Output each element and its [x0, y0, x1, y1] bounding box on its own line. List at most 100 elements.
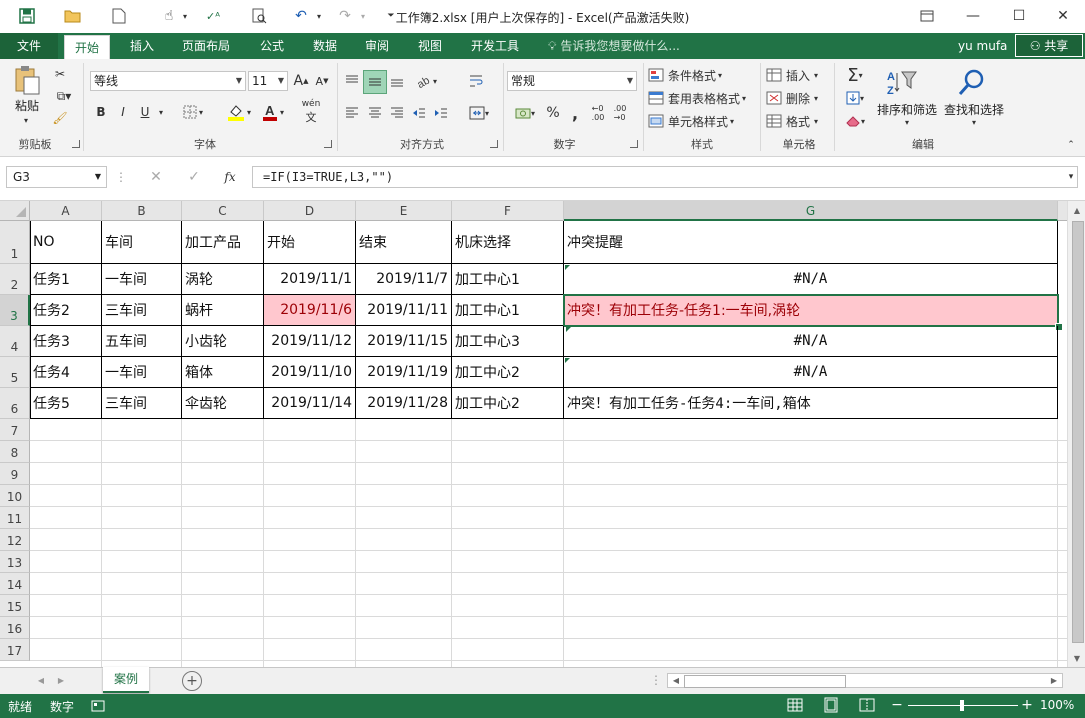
confirm-entry-icon[interactable]: ✓	[183, 167, 205, 187]
row-header-12[interactable]: 12	[0, 529, 30, 551]
decrease-indent-icon[interactable]	[409, 102, 429, 124]
cell-d1[interactable]: 开始	[264, 221, 356, 264]
format-as-table-button[interactable]: 套用表格格式 ▾	[648, 88, 754, 108]
cell-c5[interactable]: 箱体	[182, 357, 264, 388]
font-size-combo[interactable]: 11 ▼	[248, 71, 288, 91]
font-name-combo[interactable]: 等线 ▼	[90, 71, 246, 91]
fill-icon[interactable]: ▾	[840, 88, 870, 108]
copy-icon[interactable]: ⧉▾	[50, 87, 78, 105]
cell-c6[interactable]: 伞齿轮	[182, 388, 264, 419]
font-launcher-icon[interactable]	[324, 140, 332, 148]
cell-a4[interactable]: 任务3	[30, 326, 102, 357]
cell-b6[interactable]: 三车间	[102, 388, 182, 419]
tab-split-handle-icon[interactable]: ⋮	[650, 672, 662, 688]
zoom-slider-thumb[interactable]	[960, 700, 964, 711]
sort-filter-button[interactable]: 排序和筛选	[874, 101, 940, 117]
insert-function-icon[interactable]: fx	[219, 167, 241, 187]
increase-indent-icon[interactable]	[431, 102, 451, 124]
find-select-dropdown-icon[interactable]: ▾	[967, 117, 981, 127]
zoom-out-icon[interactable]: −	[890, 698, 904, 712]
cell-f5[interactable]: 加工中心2	[452, 357, 564, 388]
scroll-right-icon[interactable]: ▶	[1048, 674, 1060, 687]
cell-c4[interactable]: 小齿轮	[182, 326, 264, 357]
column-header-e[interactable]: E	[356, 201, 452, 221]
tab-home[interactable]: 开始	[64, 35, 111, 60]
fill-color-icon[interactable]: ▾	[222, 102, 256, 122]
cell-d2[interactable]: 2019/11/1	[264, 264, 356, 295]
percent-style-button[interactable]: %	[544, 102, 562, 124]
row-header-14[interactable]: 14	[0, 573, 30, 595]
maximize-button[interactable]: ☐	[996, 0, 1042, 32]
scroll-down-icon[interactable]: ▼	[1070, 651, 1084, 665]
bold-button[interactable]: B	[92, 102, 110, 122]
macro-record-icon[interactable]	[91, 699, 105, 713]
underline-dropdown-icon[interactable]: ▾	[155, 102, 167, 122]
sort-filter-dropdown-icon[interactable]: ▾	[900, 117, 914, 127]
empty-cells-area[interactable]	[30, 419, 1067, 667]
horizontal-scrollbar[interactable]: ◀ ▶	[667, 673, 1063, 688]
horizontal-scroll-thumb[interactable]	[684, 675, 846, 688]
tab-insert[interactable]: 插入	[120, 33, 164, 59]
cut-icon[interactable]: ✂	[50, 65, 70, 83]
cell-f1[interactable]: 机床选择	[452, 221, 564, 264]
tab-view[interactable]: 视图	[408, 33, 452, 59]
cell-d4[interactable]: 2019/11/12	[264, 326, 356, 357]
next-sheet-icon[interactable]: ▶	[54, 672, 68, 688]
row-header-8[interactable]: 8	[0, 441, 30, 463]
wrap-text-icon[interactable]	[466, 70, 486, 92]
scroll-up-icon[interactable]: ▲	[1070, 203, 1084, 217]
row-header-16[interactable]: 16	[0, 617, 30, 639]
cell-styles-button[interactable]: 单元格样式 ▾	[648, 111, 744, 131]
tab-page-layout[interactable]: 页面布局	[172, 33, 240, 59]
cell-f6[interactable]: 加工中心2	[452, 388, 564, 419]
share-button[interactable]: ⚇ 共享	[1015, 34, 1083, 57]
page-layout-view-icon[interactable]	[822, 696, 842, 716]
paste-icon[interactable]	[10, 65, 44, 95]
column-header-g[interactable]: G	[564, 201, 1058, 221]
new-file-icon[interactable]	[108, 6, 130, 26]
row-header-2[interactable]: 2	[0, 264, 30, 295]
row-header-9[interactable]: 9	[0, 463, 30, 485]
column-header-h[interactable]	[1058, 201, 1067, 221]
row-header-17[interactable]: 17	[0, 639, 30, 661]
vertical-scroll-thumb[interactable]	[1072, 221, 1084, 643]
expand-formula-icon[interactable]: ▾	[1064, 169, 1078, 185]
tab-review[interactable]: 审阅	[355, 33, 399, 59]
align-top-icon[interactable]	[342, 70, 362, 92]
cell-b5[interactable]: 一车间	[102, 357, 182, 388]
close-button[interactable]: ✕	[1040, 0, 1085, 32]
number-launcher-icon[interactable]	[630, 140, 638, 148]
column-header-b[interactable]: B	[102, 201, 182, 221]
row-header-1[interactable]: 1	[0, 221, 30, 264]
chevron-down-icon[interactable]: ▾	[174, 6, 196, 26]
cell-e3[interactable]: 2019/11/11	[356, 295, 452, 326]
cancel-entry-icon[interactable]: ✕	[145, 167, 167, 187]
error-indicator-icon[interactable]	[565, 358, 570, 363]
sort-filter-icon[interactable]: AZ	[882, 65, 922, 101]
cell-d3[interactable]: 2019/11/6	[264, 295, 356, 326]
sheet-tab-active[interactable]: 案例	[103, 667, 149, 693]
row-header-15[interactable]: 15	[0, 595, 30, 617]
cell-g1[interactable]: 冲突提醒	[564, 221, 1058, 264]
align-center-icon[interactable]	[365, 102, 385, 124]
zoom-level[interactable]: 100%	[1040, 698, 1074, 712]
row-header-4[interactable]: 4	[0, 326, 30, 357]
tab-formulas[interactable]: 公式	[250, 33, 294, 59]
column-header-c[interactable]: C	[182, 201, 264, 221]
select-all-corner[interactable]	[0, 201, 30, 221]
accounting-format-icon[interactable]: ▾	[510, 102, 540, 124]
formula-input[interactable]: =IF(I3=TRUE,L3,"")	[252, 166, 1078, 188]
cell-g5[interactable]: #N/A	[564, 357, 1058, 388]
cell-e4[interactable]: 2019/11/15	[356, 326, 452, 357]
cell-a2[interactable]: 任务1	[30, 264, 102, 295]
print-preview-icon[interactable]	[248, 6, 270, 26]
worksheet-grid[interactable]: A B C D E F G 1 2 3 4 5 6 7 8 9 10 11 12…	[0, 201, 1067, 667]
row-header-3[interactable]: 3	[0, 295, 30, 326]
cell-c1[interactable]: 加工产品	[182, 221, 264, 264]
cell-c3[interactable]: 蜗杆	[182, 295, 264, 326]
decrease-decimal-icon[interactable]: .00 →0	[610, 102, 630, 124]
spelling-icon[interactable]: ✓ᴬ	[202, 6, 224, 26]
tell-me-search[interactable]: 💡︎ 告诉我您想要做什么...	[548, 33, 680, 59]
cell-e1[interactable]: 结束	[356, 221, 452, 264]
page-break-view-icon[interactable]	[858, 696, 878, 716]
